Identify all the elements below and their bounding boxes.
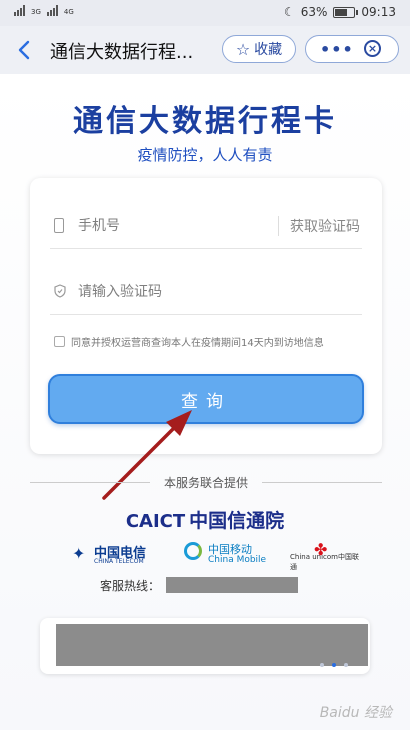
- carousel-dot: [344, 663, 348, 667]
- field-divider: [278, 216, 279, 236]
- signal-icon: [14, 5, 25, 16]
- redacted-phone: [166, 577, 299, 593]
- main-content: 通信大数据行程卡 疫情防控，人人有责 获取验证码 同意并授权运营商查询本人在疫情…: [0, 74, 410, 730]
- caict-logo: CAICT 中国信通院: [125, 510, 285, 532]
- signal-indicators: 3G 4G: [14, 5, 74, 16]
- mini-program-capsule: ••• ×: [305, 35, 399, 63]
- phone-input[interactable]: [78, 213, 248, 239]
- battery-percent: 63%: [300, 5, 328, 19]
- battery-icon: [333, 6, 359, 18]
- status-bar: 3G 4G ☾ 63% 09:13: [0, 0, 410, 26]
- more-icon[interactable]: •••: [320, 40, 354, 59]
- query-form-card: 获取验证码 同意并授权运营商查询本人在疫情期间14天内到访地信息 查询: [30, 178, 382, 454]
- status-right: ☾ 63% 09:13: [284, 5, 396, 19]
- carousel-dot: [320, 663, 324, 667]
- star-icon: ☆: [235, 39, 251, 59]
- agreement-checkbox[interactable]: [54, 335, 65, 347]
- agreement-text: 同意并授权运营商查询本人在疫情期间14天内到访地信息: [71, 337, 324, 349]
- close-icon[interactable]: ×: [364, 40, 381, 57]
- operator-logos: ✦ 中国电信 CHINA TELECOM 中国移动 China Mobile C…: [0, 540, 410, 571]
- redacted-banner: [56, 624, 368, 666]
- hero-title: 通信大数据行程卡: [73, 104, 337, 139]
- china-mobile-logo: 中国移动 China Mobile: [184, 540, 274, 570]
- favorite-label: 收藏: [254, 42, 283, 58]
- signal-icon: [46, 5, 58, 16]
- clock: 09:13: [361, 5, 396, 19]
- agreement-row[interactable]: 同意并授权运营商查询本人在疫情期间14天内到访地信息: [54, 332, 374, 350]
- moon-icon: ☾: [283, 5, 295, 19]
- phone-field-row: 获取验证码: [50, 204, 362, 249]
- back-arrow-icon[interactable]: [14, 39, 34, 61]
- watermark: Baidu 经验: [319, 705, 392, 721]
- unicom-knot-icon: ✤: [314, 540, 328, 559]
- code-field-row: [50, 270, 362, 315]
- hotline-row: 客服热线：: [100, 576, 299, 594]
- china-telecom-logo: ✦ 中国电信 CHINA TELECOM: [72, 544, 147, 565]
- query-button[interactable]: 查询: [48, 374, 364, 424]
- network-type-2: 4G: [63, 8, 74, 16]
- nav-bar: 通信大数据行程... ☆ 收藏 ••• ×: [0, 26, 410, 74]
- get-code-button[interactable]: 获取验证码: [290, 216, 360, 236]
- favorite-button[interactable]: ☆ 收藏: [222, 35, 296, 63]
- page-title: 通信大数据行程...: [50, 42, 194, 63]
- hero-subtitle: 疫情防控，人人有责: [137, 146, 273, 164]
- china-unicom-logo: China unicom中国联通 ✤: [290, 540, 359, 571]
- mobile-icon: [184, 542, 202, 560]
- network-type-1: 3G: [31, 8, 41, 16]
- verification-code-input[interactable]: [78, 279, 248, 305]
- shield-icon: [54, 284, 66, 300]
- carousel-dot-active: [332, 663, 336, 667]
- phone-icon: [54, 218, 64, 233]
- carousel-dots: [320, 663, 348, 667]
- telecom-icon: ✦: [72, 544, 86, 563]
- provider-divider: 本服务联合提供: [30, 472, 382, 492]
- hotline-label: 客服热线：: [100, 578, 161, 593]
